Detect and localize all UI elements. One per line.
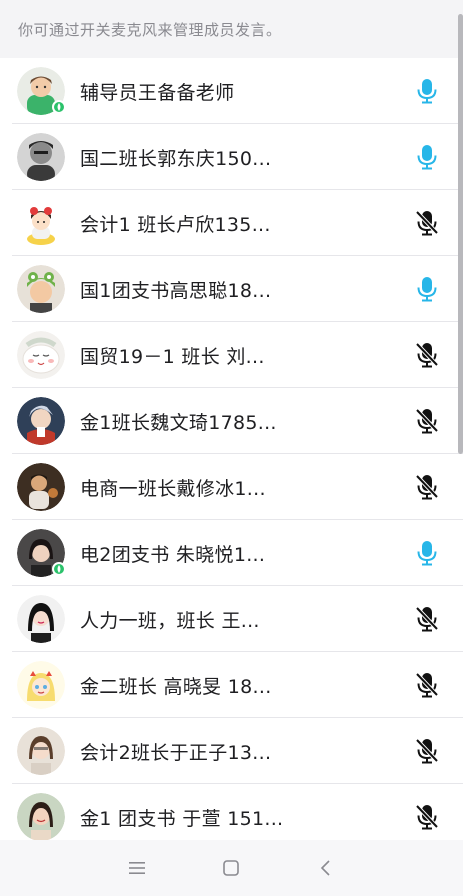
member-row[interactable]: 金1 团支书 于萱 151... — [0, 784, 463, 840]
member-row[interactable]: 会计2班长于正子13... — [0, 718, 463, 784]
mic-on-icon — [417, 541, 437, 566]
member-name: 电商一班长戴修冰1... — [80, 477, 266, 500]
avatar-container — [17, 199, 65, 247]
avatar[interactable] — [17, 397, 65, 445]
member-name: 国贸19－1 班长 刘... — [80, 345, 265, 368]
screen: 你可通过开关麦克风来管理成员发言。 辅导员王备备老师国二班长郭东庆150... 会… — [0, 0, 463, 896]
avatar-container — [17, 463, 65, 511]
mic-muted-icon — [415, 738, 439, 764]
menu-button[interactable] — [117, 848, 157, 888]
leaf-icon — [57, 565, 61, 573]
mic-muted-toggle[interactable] — [407, 599, 447, 639]
member-list[interactable]: 辅导员王备备老师国二班长郭东庆150... 会计1 班长卢欣135... 国1团支书… — [0, 58, 463, 840]
back-chevron-icon — [320, 860, 330, 876]
mic-muted-toggle[interactable] — [407, 731, 447, 771]
avatar-container — [17, 793, 65, 840]
leaf-icon — [57, 103, 61, 111]
avatar[interactable] — [17, 661, 65, 709]
mic-on-toggle[interactable] — [407, 533, 447, 573]
avatar[interactable] — [17, 133, 65, 181]
mic-muted-icon — [415, 606, 439, 632]
avatar[interactable] — [17, 793, 65, 840]
mic-muted-icon — [415, 474, 439, 500]
hint-bar: 你可通过开关麦克风来管理成员发言。 — [0, 0, 463, 58]
mic-muted-icon — [415, 408, 439, 434]
avatar-container — [17, 397, 65, 445]
system-nav-bar — [0, 840, 463, 896]
mic-on-icon — [417, 145, 437, 170]
avatar-container — [17, 331, 65, 379]
member-name: 国1团支书高思聪18... — [80, 279, 272, 302]
hint-text: 你可通过开关麦克风来管理成员发言。 — [18, 20, 282, 39]
member-row[interactable]: 辅导员王备备老师 — [0, 58, 463, 124]
avatar[interactable] — [17, 331, 65, 379]
menu-icon — [129, 862, 146, 874]
mic-muted-icon — [415, 672, 439, 698]
mic-muted-toggle[interactable] — [407, 401, 447, 441]
mic-on-toggle[interactable] — [407, 137, 447, 177]
member-name: 国二班长郭东庆150... — [80, 147, 272, 170]
member-name: 金1 团支书 于萱 151... — [80, 807, 284, 830]
avatar-container — [17, 265, 65, 313]
avatar[interactable] — [17, 463, 65, 511]
mic-on-toggle[interactable] — [407, 269, 447, 309]
member-row[interactable]: 电商一班长戴修冰1... — [0, 454, 463, 520]
back-button[interactable] — [306, 848, 346, 888]
avatar-container — [17, 727, 65, 775]
avatar-container — [17, 529, 66, 577]
avatar-container — [17, 133, 65, 181]
avatar[interactable] — [17, 595, 65, 643]
mic-muted-icon — [415, 804, 439, 830]
member-name: 电2团支书 朱晓悦1... — [80, 543, 266, 566]
member-name: 人力一班，班长 王... — [80, 609, 260, 632]
member-name: 辅导员王备备老师 — [80, 81, 235, 104]
mic-muted-toggle[interactable] — [407, 665, 447, 705]
mic-muted-icon — [415, 342, 439, 368]
member-row[interactable]: 国贸19－1 班长 刘... — [0, 322, 463, 388]
member-row[interactable]: 人力一班，班长 王... — [0, 586, 463, 652]
member-name: 金二班长 高晓旻 18... — [80, 675, 272, 698]
avatar-container — [17, 67, 66, 115]
member-name: 会计2班长于正子13... — [80, 741, 272, 764]
online-status-badge — [52, 100, 66, 114]
avatar[interactable] — [17, 265, 65, 313]
mic-muted-icon — [415, 210, 439, 236]
member-row[interactable]: 会计1 班长卢欣135... — [0, 190, 463, 256]
scrollbar[interactable] — [458, 14, 463, 454]
mic-on-icon — [417, 277, 437, 302]
home-button[interactable] — [211, 848, 251, 888]
mic-muted-toggle[interactable] — [407, 335, 447, 375]
member-row[interactable]: 国1团支书高思聪18... — [0, 256, 463, 322]
home-square-icon — [223, 860, 240, 876]
avatar-container — [17, 661, 65, 709]
mic-on-toggle[interactable] — [407, 71, 447, 111]
avatar[interactable] — [17, 199, 65, 247]
mic-muted-toggle[interactable] — [407, 797, 447, 837]
member-row[interactable]: 电2团支书 朱晓悦1... — [0, 520, 463, 586]
member-row[interactable]: 国二班长郭东庆150... — [0, 124, 463, 190]
online-status-badge — [52, 562, 66, 576]
member-row[interactable]: 金二班长 高晓旻 18... — [0, 652, 463, 718]
mic-on-icon — [417, 79, 437, 104]
member-name: 会计1 班长卢欣135... — [80, 213, 271, 236]
mic-muted-toggle[interactable] — [407, 467, 447, 507]
member-row[interactable]: 金1班长魏文琦1785... — [0, 388, 463, 454]
avatar[interactable] — [17, 727, 65, 775]
avatar-container — [17, 595, 65, 643]
mic-muted-toggle[interactable] — [407, 203, 447, 243]
member-name: 金1班长魏文琦1785... — [80, 411, 277, 434]
